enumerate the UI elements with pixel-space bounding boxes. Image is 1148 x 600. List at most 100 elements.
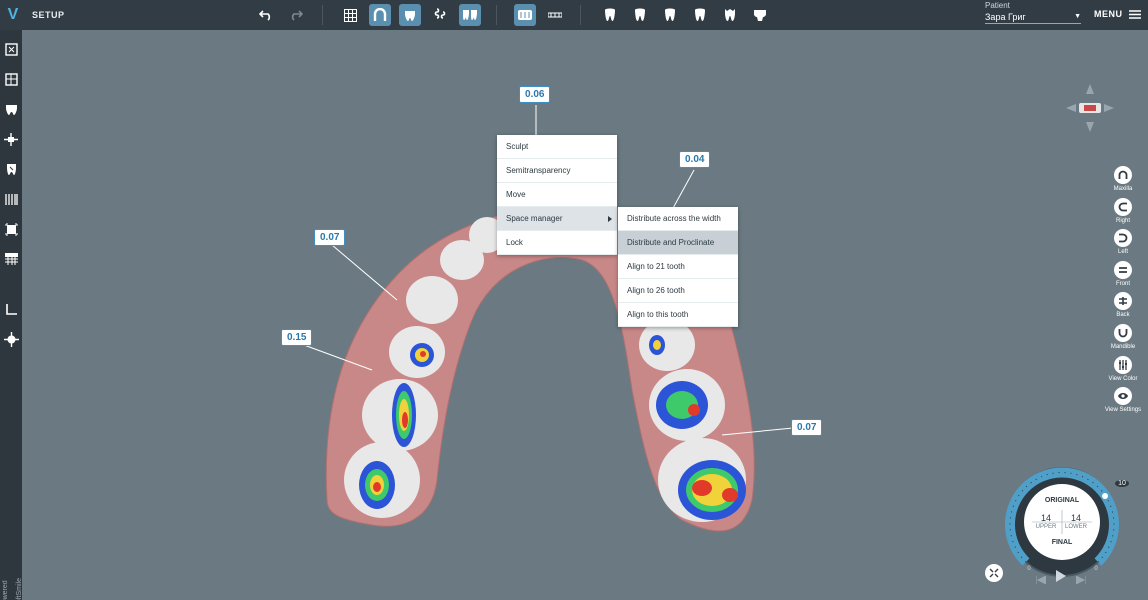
right-view-icon bbox=[1114, 198, 1132, 216]
top-bar: V SETUP Patient Зара Григ ▼ MENU bbox=[0, 0, 1148, 30]
menu-button[interactable]: MENU bbox=[1094, 9, 1141, 19]
redo-icon[interactable] bbox=[285, 4, 307, 26]
submenu-item-align-this[interactable]: Align to this tooth bbox=[618, 303, 738, 327]
left-sidebar: Powered by SoftSmile bbox=[0, 30, 23, 600]
tooth-5-icon[interactable] bbox=[719, 4, 741, 26]
menu-item-lock[interactable]: Lock bbox=[497, 231, 617, 255]
final-stage-label[interactable]: FINAL bbox=[1038, 539, 1086, 546]
upper-label: UPPER bbox=[1035, 524, 1057, 530]
front-label: Front bbox=[1115, 281, 1130, 287]
distance-label[interactable]: 0.07 bbox=[314, 229, 346, 246]
align-icon[interactable] bbox=[2, 130, 20, 148]
app-title: SETUP bbox=[32, 10, 65, 20]
play-button[interactable] bbox=[1056, 569, 1066, 587]
back-label: Back bbox=[1116, 312, 1130, 318]
distance-label[interactable]: 0.07 bbox=[791, 419, 823, 436]
staging-icon[interactable] bbox=[2, 250, 20, 268]
step-forward-icon bbox=[1075, 575, 1087, 585]
toolbar-divider bbox=[496, 5, 497, 25]
patient-name: Зара Григ bbox=[985, 11, 1026, 22]
ipr-icon[interactable] bbox=[2, 190, 20, 208]
measure-icon[interactable] bbox=[2, 300, 20, 318]
left-view-icon bbox=[1114, 229, 1132, 247]
distance-label[interactable]: 0.06 bbox=[519, 86, 551, 103]
distance-label[interactable]: 0.04 bbox=[679, 151, 711, 168]
view-settings-button[interactable]: View Settings bbox=[1105, 387, 1141, 413]
maxilla-label: Maxilla bbox=[1113, 186, 1133, 192]
front-icon bbox=[1114, 261, 1132, 279]
menu-item-sculpt[interactable]: Sculpt bbox=[497, 135, 617, 159]
powered-by-label: Powered by SoftSmile bbox=[2, 577, 23, 600]
maxilla-view-button[interactable]: Maxilla bbox=[1112, 166, 1134, 192]
context-menu: Sculpt Semitransparency Move Space manag… bbox=[497, 135, 617, 255]
undo-icon[interactable] bbox=[255, 4, 277, 26]
aligner-icon[interactable] bbox=[459, 4, 481, 26]
dropdown-caret-icon: ▼ bbox=[1074, 13, 1081, 20]
fit-view-icon bbox=[989, 568, 999, 578]
submenu-item-align-21[interactable]: Align to 21 tooth bbox=[618, 255, 738, 279]
back-view-button[interactable]: Back bbox=[1112, 292, 1134, 318]
movement-icon[interactable] bbox=[2, 330, 20, 348]
back-icon bbox=[1114, 292, 1132, 310]
view-color-button[interactable]: View Color bbox=[1109, 356, 1137, 382]
stage-dial[interactable]: ORIGINAL 14 14 UPPER LOWER FINAL 10 0 0 bbox=[1002, 462, 1129, 582]
dial-end-tick: 0 bbox=[1094, 566, 1098, 572]
play-icon bbox=[1056, 570, 1066, 582]
menu-label: MENU bbox=[1094, 9, 1123, 19]
right-label: Right bbox=[1115, 218, 1130, 224]
orientation-gizmo[interactable] bbox=[1064, 82, 1116, 134]
view-settings-label: View Settings bbox=[1104, 407, 1142, 413]
distance-label[interactable]: 0.15 bbox=[281, 329, 313, 346]
tooth-3-icon[interactable] bbox=[659, 4, 681, 26]
step-back-button[interactable] bbox=[1035, 571, 1047, 589]
arch-icon[interactable] bbox=[369, 4, 391, 26]
lower-label: LOWER bbox=[1064, 524, 1087, 530]
space-manager-submenu: Distribute across the width Distribute a… bbox=[618, 207, 738, 327]
tooth-6-icon[interactable] bbox=[749, 4, 771, 26]
model-icon[interactable] bbox=[2, 40, 20, 58]
step-forward-button[interactable] bbox=[1075, 571, 1087, 589]
menu-item-move[interactable]: Move bbox=[497, 183, 617, 207]
occlusal-view-icon[interactable] bbox=[544, 4, 566, 26]
tooth-edit-icon[interactable] bbox=[2, 160, 20, 178]
grid-icon[interactable] bbox=[339, 4, 361, 26]
step-back-icon bbox=[1035, 575, 1047, 585]
front-view-icon[interactable] bbox=[514, 4, 536, 26]
teeth-icon[interactable] bbox=[2, 100, 20, 118]
submenu-arrow-icon bbox=[608, 216, 612, 222]
submenu-item-align-26[interactable]: Align to 26 tooth bbox=[618, 279, 738, 303]
left-view-button[interactable]: Left bbox=[1112, 229, 1134, 255]
front-view-button[interactable]: Front bbox=[1112, 261, 1134, 287]
menu-item-semitransparency[interactable]: Semitransparency bbox=[497, 159, 617, 183]
tooth-2-icon[interactable] bbox=[629, 4, 651, 26]
segmentation-icon[interactable] bbox=[2, 70, 20, 88]
submenu-item-distribute-proclinate[interactable]: Distribute and Proclinate bbox=[618, 231, 738, 255]
attachments-icon[interactable] bbox=[2, 220, 20, 238]
tooth-4-icon[interactable] bbox=[689, 4, 711, 26]
space-manager-label: Space manager bbox=[506, 214, 563, 223]
original-stage-label[interactable]: ORIGINAL bbox=[1038, 497, 1086, 504]
tooth-1-icon[interactable] bbox=[599, 4, 621, 26]
mandible-view-button[interactable]: Mandible bbox=[1111, 324, 1135, 350]
hamburger-icon bbox=[1128, 9, 1141, 19]
left-label: Left bbox=[1117, 249, 1128, 255]
patient-dropdown[interactable]: Зара Григ ▼ bbox=[985, 10, 1081, 24]
dial-start-tick: 0 bbox=[1027, 566, 1031, 572]
mandible-icon bbox=[1114, 324, 1132, 342]
view-color-label: View Color bbox=[1108, 376, 1138, 382]
teeth-view-icon[interactable] bbox=[399, 4, 421, 26]
dental-arch-model[interactable] bbox=[22, 30, 1148, 600]
max-stage-label: 10 bbox=[1115, 480, 1129, 487]
patient-selector[interactable]: Patient Зара Григ ▼ bbox=[985, 1, 1081, 24]
attachment-icon[interactable] bbox=[429, 4, 451, 26]
eye-settings-icon bbox=[1114, 387, 1132, 405]
patient-label: Patient bbox=[985, 1, 1010, 10]
color-sliders-icon bbox=[1114, 356, 1132, 374]
right-view-button[interactable]: Right bbox=[1112, 198, 1134, 224]
submenu-item-distribute-width[interactable]: Distribute across the width bbox=[618, 207, 738, 231]
fit-view-button[interactable] bbox=[985, 564, 1003, 582]
toolbar-divider bbox=[322, 5, 323, 25]
app-logo[interactable]: V bbox=[0, 0, 26, 30]
3d-viewport[interactable]: 0.06 0.04 0.07 0.15 0.07 Sculpt Semitran… bbox=[22, 30, 1148, 600]
menu-item-space-manager[interactable]: Space manager bbox=[497, 207, 617, 231]
